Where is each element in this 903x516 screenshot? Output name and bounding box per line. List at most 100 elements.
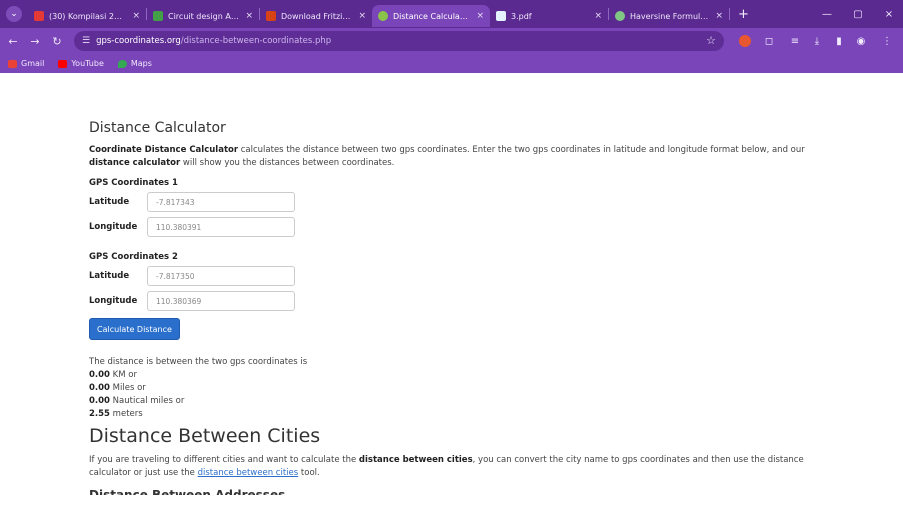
latitude-1-row: Latitude <box>89 191 829 213</box>
bookmark-maps[interactable]: Maps <box>117 59 152 68</box>
download-icon[interactable]: ⤓ <box>806 28 828 54</box>
site-info-icon[interactable]: ☰ <box>82 36 90 46</box>
intro-text-2: will show you the distances between coor… <box>180 158 395 168</box>
latitude-2-label: Latitude <box>89 271 130 281</box>
reload-icon[interactable]: ↻ <box>48 35 66 48</box>
distance-between-cities-link[interactable]: distance between cities <box>198 468 299 478</box>
close-tab-icon[interactable]: × <box>132 11 140 21</box>
gps-coordinates-icon <box>378 11 388 21</box>
km-value: 0.00 <box>89 370 110 380</box>
intro-text-1: calculates the distance between two gps … <box>238 145 805 155</box>
addresses-heading: Distance Between Addresses <box>89 488 286 495</box>
gmail-icon <box>8 59 17 68</box>
gps-coordinates-2-title: GPS Coordinates 2 <box>89 252 178 262</box>
cities-heading: Distance Between Cities <box>89 425 321 447</box>
calculate-distance-button[interactable]: Calculate Distance <box>89 318 180 340</box>
bookmark-star-icon[interactable]: ☆ <box>706 34 716 47</box>
intro-paragraph: Coordinate Distance Calculator calculate… <box>89 144 829 170</box>
bookmark-label: YouTube <box>71 59 104 68</box>
close-tab-icon[interactable]: × <box>594 11 602 21</box>
result-meters: 2.55 meters <box>89 408 829 421</box>
longitude-2-row: Longitude <box>89 290 829 312</box>
gps-coordinates-1-title: GPS Coordinates 1 <box>89 178 178 188</box>
tab-strip: ⌄ (30) Kompilasi 2000 × Circuit design A… <box>0 0 903 28</box>
miles-value: 0.00 <box>89 383 110 393</box>
maps-icon <box>117 59 127 68</box>
intro-bold-2: distance calculator <box>89 158 181 168</box>
cities-text-3: tool. <box>298 468 320 478</box>
nautical-unit: Nautical miles or <box>109 396 185 406</box>
bookmark-youtube[interactable]: YouTube <box>58 59 104 68</box>
latitude-1-label: Latitude <box>89 197 130 207</box>
bookmark-gmail[interactable]: Gmail <box>8 59 44 68</box>
extension-icon[interactable] <box>734 28 756 54</box>
meters-value: 2.55 <box>89 409 110 419</box>
reading-list-icon[interactable]: ≡ <box>784 28 806 54</box>
address-bar[interactable]: ☰ gps-coordinates.org /distance-between-… <box>74 31 724 51</box>
latitude-1-input[interactable] <box>147 192 295 212</box>
tab-distance-calculator[interactable]: Distance Calculator | × <box>372 5 490 27</box>
tab-pdf[interactable]: 3.pdf × <box>490 5 608 27</box>
main-content: Distance Calculator Coordinate Distance … <box>89 120 829 495</box>
haversine-site-icon <box>615 11 625 21</box>
close-tab-icon[interactable]: × <box>715 11 723 21</box>
nautical-value: 0.00 <box>89 396 110 406</box>
side-panel-icon[interactable]: ▮ <box>828 28 850 54</box>
tab-circuit-design[interactable]: Circuit design Amaz × <box>147 5 259 27</box>
tab-title: Download Fritzing <box>281 11 353 21</box>
result-intro: The distance is between the two gps coor… <box>89 357 308 367</box>
bookmarks-bar: Gmail YouTube Maps <box>0 54 903 73</box>
tab-title: Haversine Formula t <box>630 11 710 21</box>
menu-icon[interactable]: ⋮ <box>876 28 898 54</box>
close-tab-icon[interactable]: × <box>476 11 484 21</box>
document-icon <box>496 11 506 21</box>
forward-icon[interactable]: → <box>26 35 44 48</box>
tab-search-icon[interactable]: ⌄ <box>6 6 22 22</box>
minimize-icon[interactable]: — <box>814 0 840 28</box>
tab-haversine-formula[interactable]: Haversine Formula t × <box>609 5 729 27</box>
tab-youtube[interactable]: (30) Kompilasi 2000 × <box>28 5 146 27</box>
tab-title: 3.pdf <box>511 11 532 21</box>
tab-title: Distance Calculator | <box>393 11 471 21</box>
tab-title: (30) Kompilasi 2000 <box>49 11 127 21</box>
longitude-1-input[interactable] <box>147 217 295 237</box>
fritzing-icon <box>266 11 276 21</box>
longitude-2-input[interactable] <box>147 291 295 311</box>
cities-paragraph: If you are traveling to different cities… <box>89 454 829 480</box>
bookmark-label: Gmail <box>21 59 45 68</box>
back-icon[interactable]: ← <box>4 35 22 48</box>
bookmark-label: Maps <box>130 59 152 68</box>
cities-text-1: If you are traveling to different cities… <box>89 455 359 465</box>
result-km: 0.00 KM or <box>89 369 829 382</box>
youtube-icon <box>58 59 68 68</box>
latitude-2-row: Latitude <box>89 265 829 287</box>
close-window-icon[interactable]: × <box>876 0 902 28</box>
youtube-icon <box>34 11 44 21</box>
extensions-puzzle-icon[interactable]: ◻ <box>758 28 780 54</box>
latitude-2-input[interactable] <box>147 266 295 286</box>
new-tab-icon[interactable]: + <box>738 7 749 22</box>
maximize-icon[interactable]: ▢ <box>845 0 871 28</box>
longitude-2-label: Longitude <box>89 296 138 306</box>
page-title: Distance Calculator <box>89 120 226 136</box>
tab-divider <box>729 8 730 20</box>
result-nautical: 0.00 Nautical miles or <box>89 395 829 408</box>
longitude-1-label: Longitude <box>89 222 138 232</box>
result-miles: 0.00 Miles or <box>89 382 829 395</box>
result-block: The distance is between the two gps coor… <box>89 356 829 421</box>
km-unit: KM or <box>109 370 137 380</box>
circuit-design-icon <box>153 11 163 21</box>
longitude-1-row: Longitude <box>89 216 829 238</box>
tab-title: Circuit design Amaz <box>168 11 239 21</box>
url-host: gps-coordinates.org <box>96 36 181 46</box>
miles-unit: Miles or <box>109 383 146 393</box>
meters-unit: meters <box>109 409 143 419</box>
intro-bold-1: Coordinate Distance Calculator <box>89 145 239 155</box>
page-viewport: Distance Calculator Coordinate Distance … <box>0 73 903 516</box>
cities-bold: distance between cities <box>358 455 473 465</box>
profile-icon[interactable]: ◉ <box>850 28 872 54</box>
close-tab-icon[interactable]: × <box>358 11 366 21</box>
tab-download-fritzing[interactable]: Download Fritzing × <box>260 5 372 27</box>
close-tab-icon[interactable]: × <box>245 11 253 21</box>
